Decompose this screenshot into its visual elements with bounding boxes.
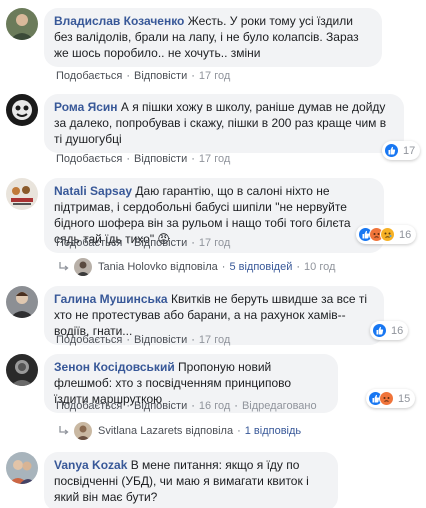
reaction-summary[interactable]: 15 <box>366 389 416 408</box>
reaction-count: 16 <box>391 324 404 337</box>
reply-verb: відповіла <box>185 425 234 437</box>
reply-link[interactable]: Відповісти <box>134 153 187 165</box>
replies-preview[interactable]: Svitlana Lazarets відповіла · 1 відповідь <box>58 422 301 440</box>
avatar[interactable] <box>6 178 38 210</box>
edited-label[interactable]: Відредаговано <box>242 400 317 412</box>
comment-author[interactable]: Рома Ясин <box>54 100 118 114</box>
like-reaction-icon <box>384 143 399 158</box>
reply-count-link[interactable]: 5 відповідей <box>229 261 292 273</box>
like-link[interactable]: Подобається <box>56 70 122 82</box>
reaction-count: 15 <box>398 392 411 405</box>
reply-author[interactable]: Svitlana Lazarets <box>98 425 182 437</box>
avatar[interactable] <box>6 286 38 318</box>
avatar[interactable] <box>6 354 38 386</box>
avatar[interactable] <box>6 94 38 126</box>
reply-link[interactable]: Відповісти <box>134 400 187 412</box>
avatar[interactable] <box>6 452 38 484</box>
reply-arrow-icon <box>59 262 69 271</box>
reply-link[interactable]: Відповісти <box>134 70 187 82</box>
comment-time[interactable]: 17 год <box>199 70 230 82</box>
like-link[interactable]: Подобається <box>56 153 122 165</box>
sad-reaction-icon <box>380 227 395 242</box>
comment-time[interactable]: 17 год <box>199 153 230 165</box>
comment-time[interactable]: 17 год <box>199 334 230 346</box>
reply-link[interactable]: Відповісти <box>134 334 187 346</box>
comment-bubble: Владислав Козаченко Жесть. У роки тому у… <box>44 8 382 67</box>
reply-time: 10 год <box>304 261 336 273</box>
comment-bubble: Рома Ясин А я пішки хожу в школу, раніше… <box>44 94 404 153</box>
reply-verb: відповіла <box>170 261 218 273</box>
reaction-count: 17 <box>403 144 416 157</box>
comment-actions: Подобається · Відповісти · 17 год <box>56 237 231 249</box>
reaction-summary[interactable]: 17 <box>382 141 421 160</box>
reply-count-link[interactable]: 1 відповідь <box>245 425 301 437</box>
comment-actions: Подобається · Відповісти · 17 год <box>56 153 231 165</box>
reaction-summary[interactable]: 16 <box>370 321 409 340</box>
comment-time[interactable]: 17 год <box>199 237 230 249</box>
reaction-count: 16 <box>399 228 412 241</box>
reply-arrow-icon <box>59 426 69 435</box>
avatar <box>74 422 92 440</box>
reply-link[interactable]: Відповісти <box>134 237 187 249</box>
avatar[interactable] <box>6 8 38 40</box>
comment-author[interactable]: Зенон Косідовський <box>54 360 175 374</box>
comment-actions: Подобається · Відповісти · 16 год · Відредагов… <box>56 400 317 412</box>
like-link[interactable]: Подобається <box>56 334 122 346</box>
like-link[interactable]: Подобається <box>56 400 122 412</box>
comment-author[interactable]: Галина Мушинська <box>54 292 168 306</box>
like-link[interactable]: Подобається <box>56 237 122 249</box>
comment-time[interactable]: 16 год <box>199 400 230 412</box>
avatar <box>74 258 92 276</box>
comment-actions: Подобається · Відповісти · 17 год <box>56 334 231 346</box>
replies-preview[interactable]: Tania Holovko відповіла · 5 відповідей · 10 … <box>58 258 335 276</box>
comment-author[interactable]: Vanya Kozak <box>54 458 127 472</box>
reaction-summary[interactable]: 16 <box>356 225 417 244</box>
angry-reaction-icon <box>379 391 394 406</box>
comment-actions: Подобається · Відповісти · 17 год <box>56 70 231 82</box>
comment-author[interactable]: Natali Sapsay <box>54 184 132 198</box>
comment-bubble: Vanya Kozak В мене питання: якщо я їду п… <box>44 452 338 508</box>
comment-author[interactable]: Владислав Козаченко <box>54 14 184 28</box>
like-reaction-icon <box>372 323 387 338</box>
reply-author[interactable]: Tania Holovko <box>98 261 167 273</box>
